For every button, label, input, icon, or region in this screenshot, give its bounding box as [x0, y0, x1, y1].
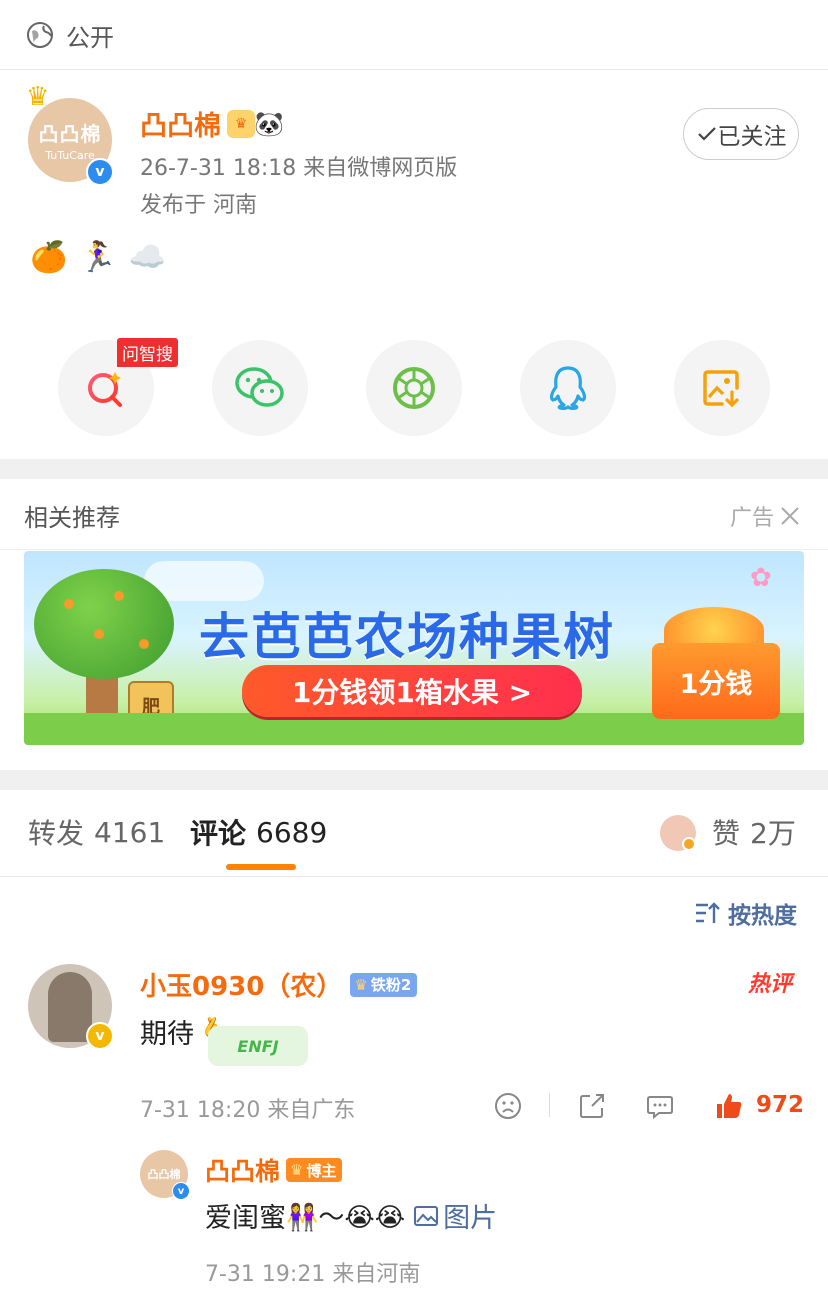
image-link-label: 图片 — [443, 1203, 498, 1234]
tab-likes-label: 赞 — [712, 817, 741, 850]
banner-cta-button[interactable]: 1分钱领1箱水果 > — [242, 665, 582, 717]
reply-user-name[interactable]: 凸凸棉 — [205, 1152, 280, 1188]
check-icon — [697, 127, 716, 141]
tree-icon — [34, 569, 174, 679]
tab-repost-label: 转发 — [28, 817, 85, 850]
crown-icon: ♛ — [354, 975, 368, 994]
wechat-icon — [235, 367, 284, 407]
author-avatar[interactable]: 凸凸棉 TuTuCare ♛ v — [26, 82, 118, 186]
action-separator — [549, 1093, 550, 1117]
follow-button-label: 已关注 — [717, 124, 787, 150]
tab-likes-count: 2万 — [750, 817, 796, 850]
tab-active-indicator — [226, 864, 296, 870]
crown-icon: ♛ — [26, 82, 50, 112]
section-gap-2 — [0, 770, 828, 790]
dislike-button[interactable] — [494, 1090, 522, 1122]
cloud-emoji: ☁️ — [128, 240, 167, 275]
reply-text: 爱闺蜜 👭～😭😭 图片 — [205, 1196, 497, 1235]
save-image-icon — [703, 370, 739, 408]
moments-icon — [393, 367, 435, 409]
author-name-row: 凸凸棉 ♛ 🐼 — [140, 104, 284, 143]
membership-crown-icon[interactable]: ♛ — [227, 109, 255, 138]
sort-label: 按热度 — [728, 903, 797, 929]
sort-icon — [696, 902, 720, 923]
post-time-source: 26-7-31 18:18 来自微博网页版 — [140, 156, 458, 181]
tab-comments-count: 6689 — [256, 815, 328, 849]
fan-badge: ♛ 铁粉2 — [350, 972, 418, 997]
image-icon — [414, 1205, 439, 1226]
like-avatar — [660, 815, 696, 851]
share-icon — [580, 1094, 604, 1118]
commenter-name[interactable]: 小玉0930（农） — [140, 966, 342, 1003]
tab-likes[interactable]: 赞 2万 — [712, 812, 796, 852]
ad-label: 广告 — [730, 506, 775, 531]
hot-comment-tag: 热评 — [748, 972, 793, 997]
comment-text-body: 期待 — [140, 1019, 194, 1050]
recommend-title: 相关推荐 — [24, 504, 120, 532]
tabs-divider — [0, 876, 828, 877]
reply-time-location: 7-31 19:21 来自河南 — [205, 1262, 421, 1287]
reply-avatar[interactable]: 凸凸棉 v — [140, 1150, 190, 1200]
share-comment-button[interactable] — [578, 1090, 606, 1122]
visibility-label: 公开 — [66, 23, 114, 52]
save-image-button[interactable] — [674, 340, 770, 436]
commenter-avatar[interactable]: v — [28, 964, 114, 1050]
reply-text-body: 爱闺蜜 — [205, 1203, 286, 1234]
follow-button[interactable]: 已关注 — [683, 108, 799, 160]
qq-icon — [549, 366, 587, 411]
panda-badge-icon[interactable]: 🐼 — [254, 110, 284, 138]
host-badge-label: 博主 — [306, 1161, 337, 1180]
share-wechat-button[interactable] — [212, 340, 308, 436]
reply-name-row: 凸凸棉 ♛ 博主 — [205, 1152, 343, 1188]
ad-close-area[interactable]: 广告 — [730, 500, 802, 532]
tab-repost[interactable]: 转发 4161 — [28, 812, 165, 852]
host-badge: ♛ 博主 — [286, 1158, 343, 1182]
share-moments-button[interactable] — [366, 340, 462, 436]
section-gap — [0, 459, 828, 479]
ai-search-tag: 问智搜 — [117, 338, 178, 367]
share-qq-button[interactable] — [520, 340, 616, 436]
tab-repost-count: 4161 — [94, 815, 166, 849]
fan-badge-label: 铁粉2 — [370, 976, 412, 994]
thumbs-up-icon — [717, 1094, 742, 1118]
tab-comments-label: 评论 — [190, 817, 247, 850]
comment-like-count: 972 — [756, 1092, 805, 1118]
ai-search-icon — [88, 372, 122, 407]
author-name[interactable]: 凸凸棉 — [140, 104, 221, 143]
crown-icon: ♛ — [290, 1161, 304, 1179]
close-icon[interactable] — [778, 504, 802, 528]
avatar-logo-subtext: TuTuCare — [45, 149, 95, 162]
fruit-box: 1分钱 — [652, 643, 780, 719]
header-divider — [0, 69, 828, 70]
post-location: 发布于 河南 — [140, 193, 257, 218]
banner-headline: 去芭芭农场种果树 — [199, 608, 615, 666]
frown-icon — [495, 1093, 521, 1119]
sort-button[interactable]: 按热度 — [694, 896, 797, 930]
reply-emojis: 👭～😭😭 — [286, 1203, 406, 1233]
reply-avatar-text: 凸凸棉 — [147, 1168, 181, 1181]
comment-time-location: 7-31 18:20 来自广东 — [140, 1098, 356, 1123]
post-content: 🍊 🏃‍♀️ ☁️ — [30, 240, 178, 275]
butterfly-icon: ✿ — [750, 563, 772, 593]
verified-icon: v — [86, 1022, 114, 1050]
commenter-name-row: 小玉0930（农） ♛ 铁粉2 — [140, 966, 418, 1003]
orange-emoji: 🍊 — [30, 240, 68, 275]
verified-icon: v — [172, 1182, 190, 1200]
visibility-indicator: 公开 — [26, 18, 114, 52]
recommend-divider — [0, 549, 828, 550]
ad-banner[interactable]: 肥 去芭芭农场种果树 1分钱领1箱水果 > 1分钱 ✿ — [24, 551, 804, 745]
runner-emoji: 🏃‍♀️ — [79, 240, 117, 275]
image-link[interactable]: 图片 — [413, 1196, 497, 1235]
comment-icon — [647, 1096, 673, 1120]
enfj-sticker: ENFJ — [208, 1026, 308, 1066]
tab-comments[interactable]: 评论 6689 — [190, 812, 327, 852]
globe-icon — [27, 22, 53, 48]
reply-button[interactable] — [646, 1090, 674, 1122]
like-button[interactable] — [714, 1090, 744, 1122]
avatar-logo-text: 凸凸棉 — [38, 122, 102, 146]
verified-icon: v — [86, 158, 114, 186]
